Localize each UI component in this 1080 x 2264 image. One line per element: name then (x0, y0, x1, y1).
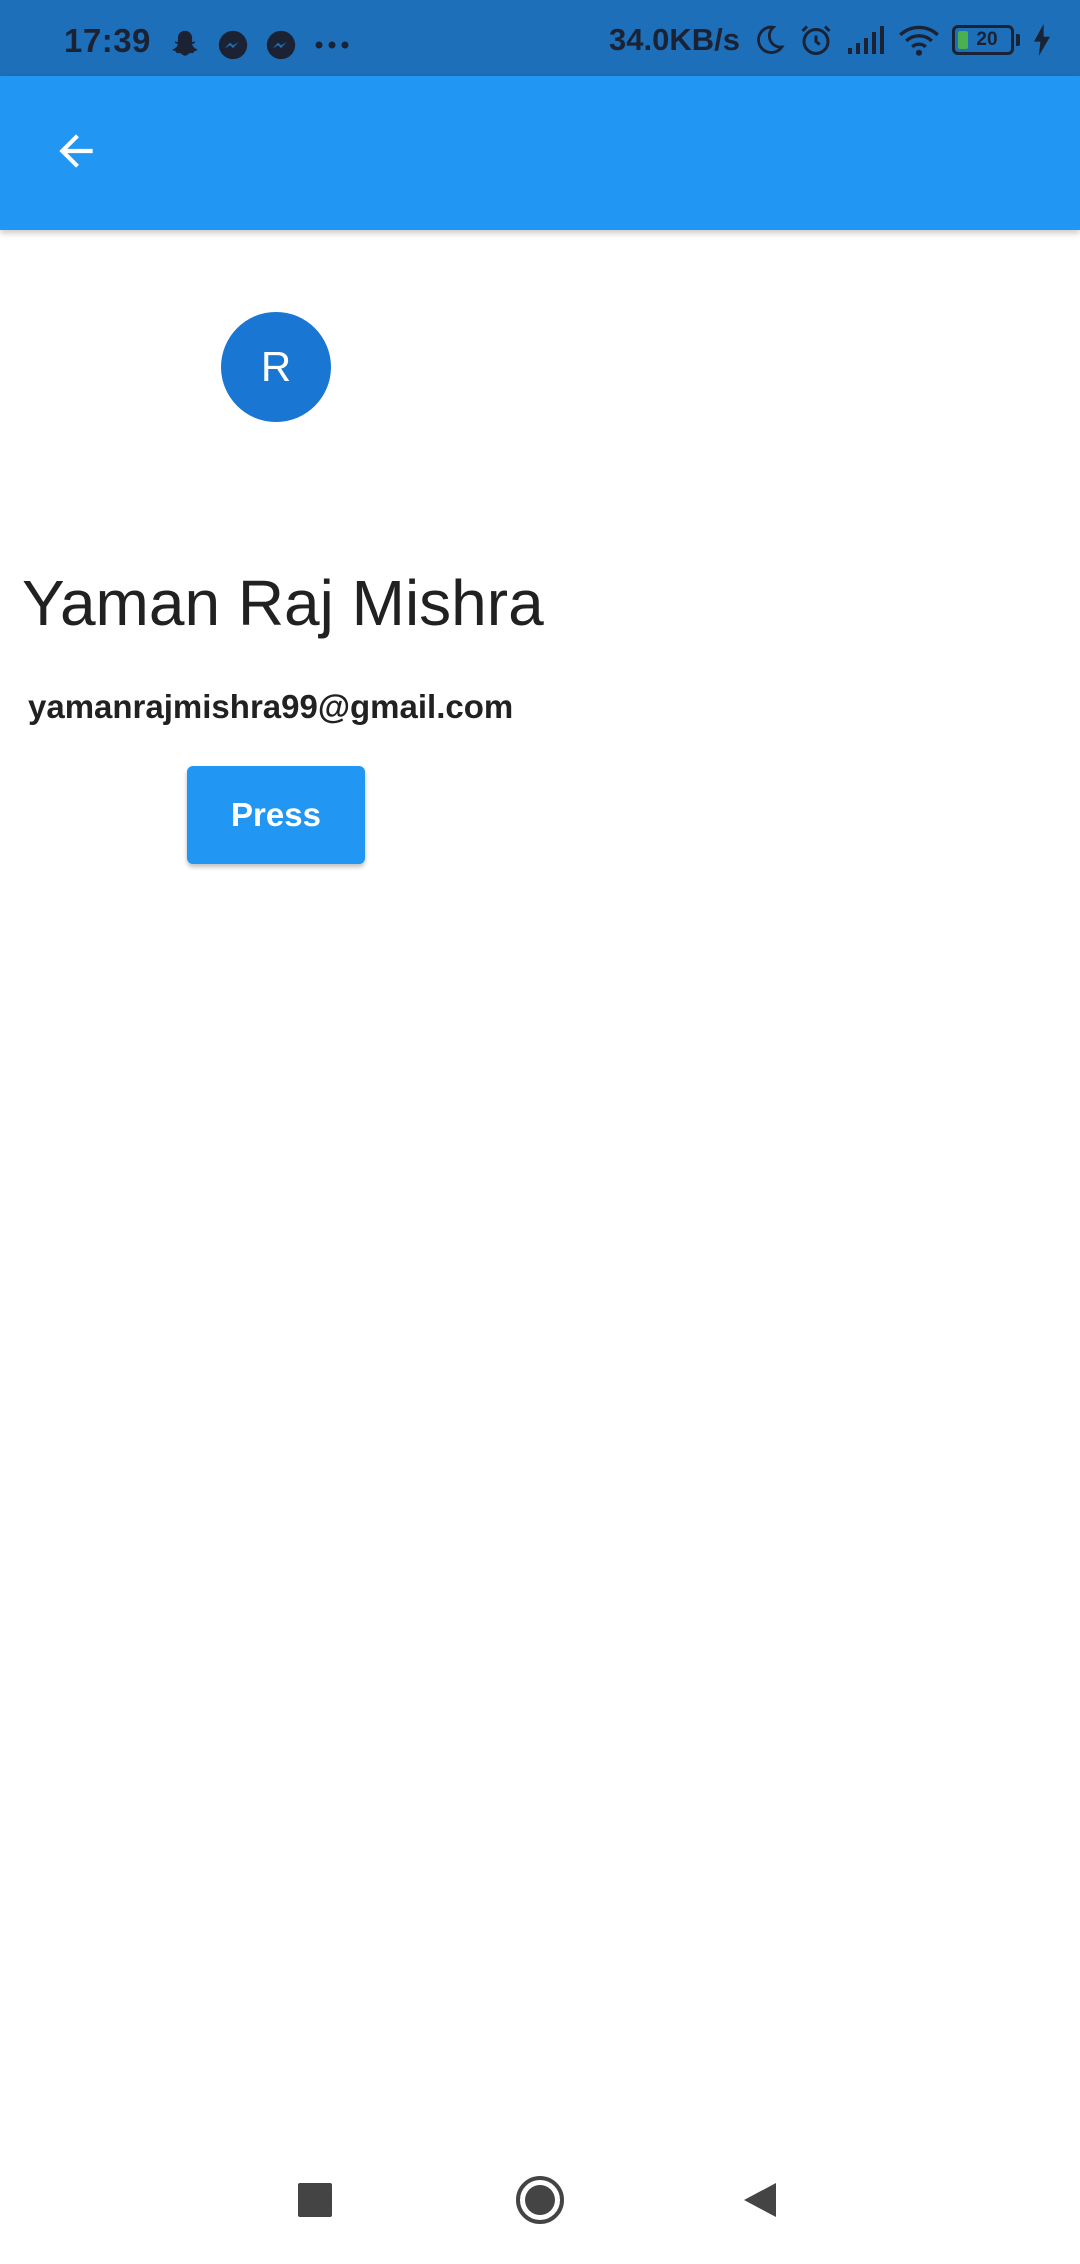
battery-icon: 20 (952, 25, 1014, 55)
system-status-icons: 34.0KB/s 20 (609, 22, 1052, 58)
recents-button[interactable] (279, 2166, 351, 2238)
network-speed: 34.0KB/s (609, 22, 740, 57)
alarm-icon (798, 22, 834, 58)
profile-name: Yaman Raj Mishra (22, 567, 544, 639)
back-nav-button[interactable] (724, 2166, 796, 2238)
snapchat-icon (168, 28, 202, 62)
app-bar (0, 76, 1080, 230)
screen: 17:39 34.0KB/s 20 R Yaman Raj Mishra yam… (0, 0, 1080, 2264)
home-icon (514, 2174, 566, 2231)
battery-tip (1016, 34, 1020, 46)
profile-email: yamanrajmishra99@gmail.com (28, 688, 514, 725)
messenger-icon (264, 28, 298, 62)
press-button[interactable]: Press (187, 766, 365, 864)
notification-icons (168, 28, 352, 62)
charging-icon (1032, 24, 1052, 56)
status-time: 17:39 (64, 22, 151, 59)
back-button[interactable] (40, 117, 112, 189)
navigation-bar (0, 2140, 1080, 2264)
moon-icon (752, 23, 786, 57)
wifi-icon (898, 23, 940, 57)
arrow-back-icon (51, 126, 101, 181)
messenger-icon (216, 28, 250, 62)
battery-level: 20 (976, 29, 998, 50)
avatar: R (221, 312, 331, 422)
recents-icon (297, 2182, 333, 2223)
home-button[interactable] (504, 2166, 576, 2238)
status-bar: 17:39 34.0KB/s 20 (0, 0, 1080, 76)
back-triangle-icon (740, 2180, 780, 2225)
signal-icon (846, 24, 886, 56)
more-dots-icon (312, 28, 352, 62)
